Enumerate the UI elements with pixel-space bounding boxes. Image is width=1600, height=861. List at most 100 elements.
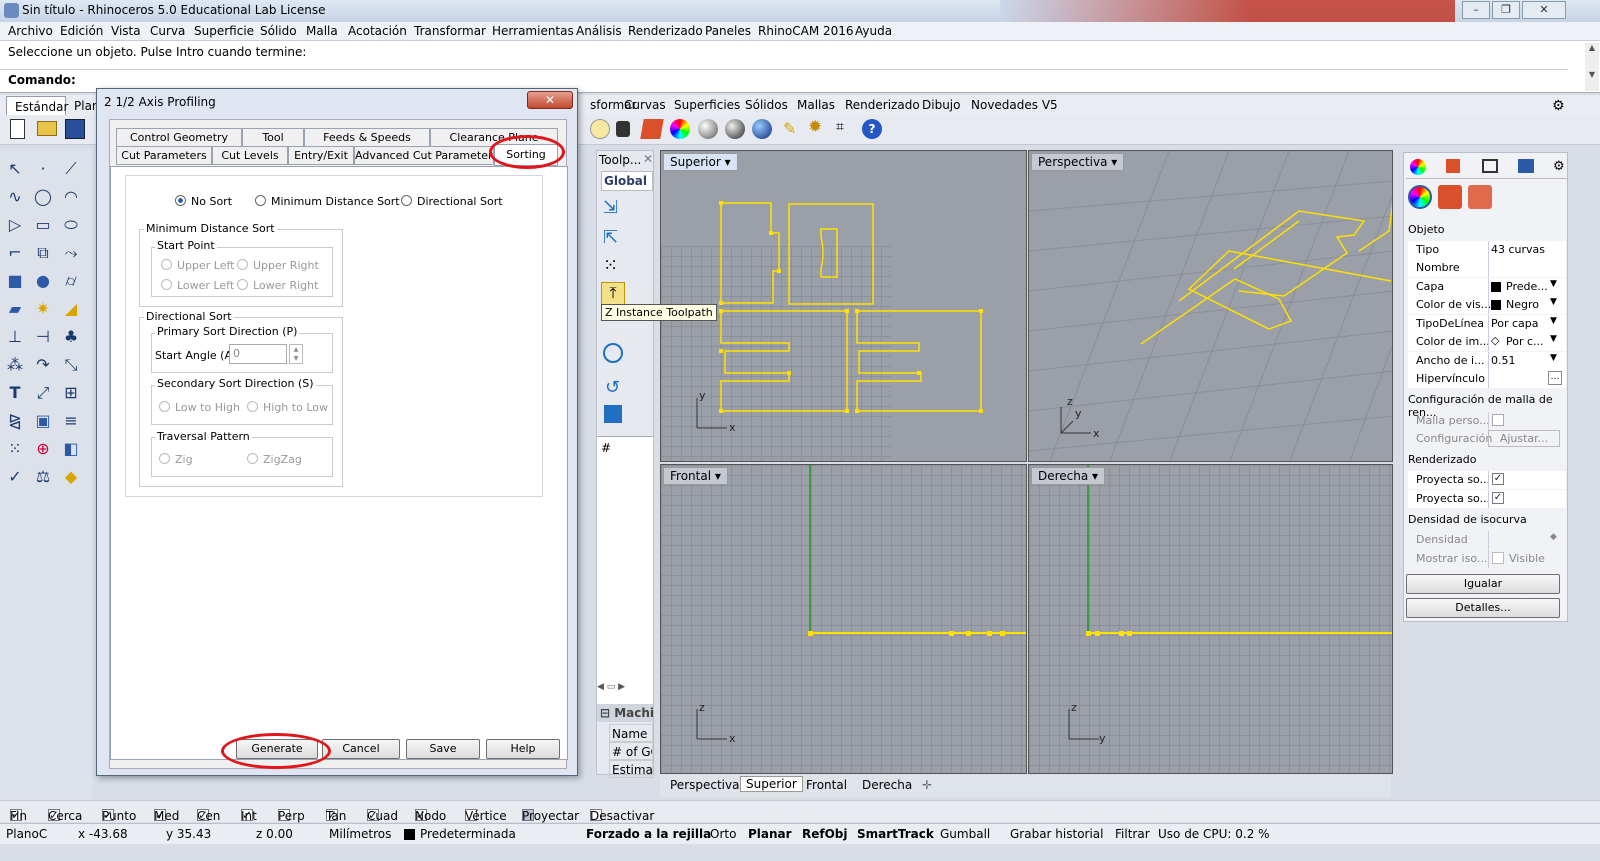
menu-vista[interactable]: Vista — [111, 24, 141, 38]
rendered-sphere-icon[interactable] — [725, 119, 745, 139]
properties-tab-icon[interactable] — [1410, 159, 1426, 175]
tab-control-geometry[interactable]: Control Geometry — [116, 128, 242, 147]
tab-mallas[interactable]: Mallas — [797, 98, 835, 112]
select-arrow-icon[interactable]: ↖ — [4, 158, 26, 180]
surface-icon[interactable]: ▰ — [4, 298, 26, 320]
lock-icon[interactable] — [616, 121, 630, 137]
machine-header[interactable]: ⊟ Machin — [597, 704, 653, 722]
box-icon[interactable]: ■ — [4, 270, 26, 292]
point-icon[interactable]: · — [32, 158, 54, 180]
radio-lower-left[interactable]: Lower Left — [161, 279, 234, 292]
tab-feeds-speeds[interactable]: Feeds & Speeds — [304, 128, 430, 147]
status-layer[interactable]: Predeterminada — [420, 827, 516, 841]
viewport-label-frontal[interactable]: Frontal ▾ — [663, 467, 728, 485]
viewport-frontal[interactable]: xz Frontal ▾ — [660, 464, 1027, 774]
pencil-icon[interactable]: ✎ — [783, 119, 803, 139]
tab-entry-exit[interactable]: Entry/Exit — [288, 146, 354, 165]
help-button[interactable]: Help — [486, 739, 560, 759]
maximize-icon[interactable]: ❐ — [1492, 1, 1520, 19]
polygon-icon[interactable]: ▷ — [4, 214, 26, 236]
palette-close-icon[interactable]: ✕ — [643, 152, 653, 166]
viewport-label-perspectiva[interactable]: Perspectiva ▾ — [1031, 153, 1125, 171]
analyze-icon[interactable]: ⚖ — [32, 466, 54, 488]
layers-tab-icon[interactable] — [1446, 159, 1460, 173]
tab-solidos[interactable]: Sólidos — [745, 98, 788, 112]
close-icon[interactable]: ✕ — [1522, 1, 1566, 19]
prop-color-visualizacion[interactable]: Color de vis... Negro ▼ — [1408, 296, 1566, 314]
prop-proyecta-sombras-1[interactable]: Proyecta so... ✓ — [1408, 471, 1566, 489]
vtab-frontal[interactable]: Frontal — [806, 778, 847, 792]
circle-toolpath-icon[interactable] — [603, 343, 623, 363]
tab-novedades[interactable]: Novedades V5 — [971, 98, 1058, 112]
light-bulb-icon[interactable] — [590, 119, 610, 139]
split-icon[interactable]: ⊣ — [32, 326, 54, 348]
viewport-derecha[interactable]: yz Derecha ▾ — [1028, 464, 1393, 774]
undo-icon[interactable]: ↺ — [605, 377, 620, 398]
group-icon[interactable]: ⊕ — [32, 438, 54, 460]
save-toolpath-icon[interactable] — [604, 405, 622, 423]
tab-tool[interactable]: Tool — [242, 128, 304, 147]
array-icon[interactable]: ⊞ — [60, 382, 82, 404]
shaded-sphere-icon[interactable] — [698, 119, 718, 139]
radio-directional-sort[interactable]: Directional Sort — [401, 195, 503, 208]
radio-lower-right[interactable]: Lower Right — [237, 279, 318, 292]
radio-upper-left[interactable]: Upper Left — [161, 259, 235, 272]
prop-color-impresion[interactable]: Color de im... ◇ Por c... ▼ — [1408, 333, 1566, 351]
menu-edicion[interactable]: Edición — [60, 24, 103, 38]
toolpath-list[interactable]: # — [597, 436, 653, 706]
open-folder-icon[interactable] — [37, 121, 57, 136]
mirror-icon[interactable]: ⧎ — [4, 410, 26, 432]
prop-densidad[interactable]: Densidad ◆ — [1408, 531, 1566, 549]
sphere-group-icon[interactable]: ● — [32, 270, 54, 292]
help-tab-icon[interactable] — [1518, 159, 1534, 173]
vtab-perspectiva[interactable]: Perspectiva — [670, 778, 739, 792]
menu-solido[interactable]: Sólido — [260, 24, 297, 38]
cylinder-icon[interactable]: ⌭ — [60, 270, 82, 292]
command-scrollbar[interactable]: ▲ ▼ — [1585, 43, 1599, 91]
status-ortho[interactable]: Orto — [710, 827, 736, 841]
join-icon[interactable]: ♣ — [60, 326, 82, 348]
curve-icon[interactable]: ∿ — [4, 186, 26, 208]
radio-minimum-distance-sort[interactable]: Minimum Distance Sort — [255, 195, 400, 208]
status-osnap[interactable]: RefObj — [802, 827, 848, 841]
prop-malla-personalizada[interactable]: Malla perso... — [1408, 412, 1566, 430]
color-wheel-icon[interactable] — [670, 119, 690, 139]
selection-filter-icon[interactable]: ⌗ — [836, 119, 856, 139]
menu-malla[interactable]: Malla — [306, 24, 338, 38]
tab-curvas[interactable]: Curvas — [624, 98, 666, 112]
prop-mostrar-isocurvas[interactable]: Mostrar iso... Visible — [1408, 550, 1566, 568]
prop-nombre[interactable]: Nombre — [1408, 259, 1566, 277]
extend-icon[interactable]: ⤳ — [60, 242, 82, 264]
tab-estandar[interactable]: Estándar — [6, 96, 68, 116]
vtab-derecha[interactable]: Derecha — [862, 778, 912, 792]
start-angle-spinner[interactable]: ▲ ▼ — [289, 344, 303, 364]
status-planar[interactable]: Planar — [748, 827, 792, 841]
boolean-icon[interactable]: ⊥ — [4, 326, 26, 348]
layer-cube-icon[interactable]: ◧ — [60, 438, 82, 460]
menu-herramientas[interactable]: Herramientas — [492, 24, 574, 38]
tab-advanced-cut-parameters[interactable]: Advanced Cut Parameters — [354, 146, 494, 165]
ellipse-icon[interactable]: ⬭ — [60, 214, 82, 236]
status-plane[interactable]: PlanoC — [6, 827, 47, 841]
viewport-label-derecha[interactable]: Derecha ▾ — [1031, 467, 1106, 485]
gear-icon[interactable]: ⚙ — [1552, 98, 1565, 114]
menu-paneles[interactable]: Paneles — [705, 24, 751, 38]
layers-icon[interactable] — [640, 119, 664, 139]
z-instance-toolpath-icon[interactable]: ⤒ — [601, 282, 625, 306]
menu-analisis[interactable]: Análisis — [576, 24, 622, 38]
start-angle-input[interactable]: 0 — [229, 344, 287, 364]
cog-options-icon[interactable]: ✹ — [808, 117, 828, 137]
ajustar-button[interactable]: Ajustar... — [1488, 430, 1560, 447]
radio-zigzag[interactable]: ZigZag — [247, 453, 302, 466]
prop-proyecta-sombras-2[interactable]: Proyecta so... ✓ — [1408, 490, 1566, 508]
material-sphere-icon[interactable] — [752, 119, 772, 139]
menu-archivo[interactable]: Archivo — [8, 24, 53, 38]
tab-superficies[interactable]: Superficies — [674, 98, 740, 112]
igualar-button[interactable]: Igualar — [1406, 574, 1560, 594]
rotate-icon[interactable]: ↷ — [32, 354, 54, 376]
new-file-icon[interactable] — [10, 119, 25, 139]
prop-tipo-linea[interactable]: TipoDeLínea Por capa ▼ — [1408, 315, 1566, 333]
status-smarttrack[interactable]: SmartTrack — [857, 827, 934, 841]
grid-array-icon[interactable]: ⁙ — [4, 438, 26, 460]
viewport-label-superior[interactable]: Superior ▾ — [663, 153, 738, 171]
